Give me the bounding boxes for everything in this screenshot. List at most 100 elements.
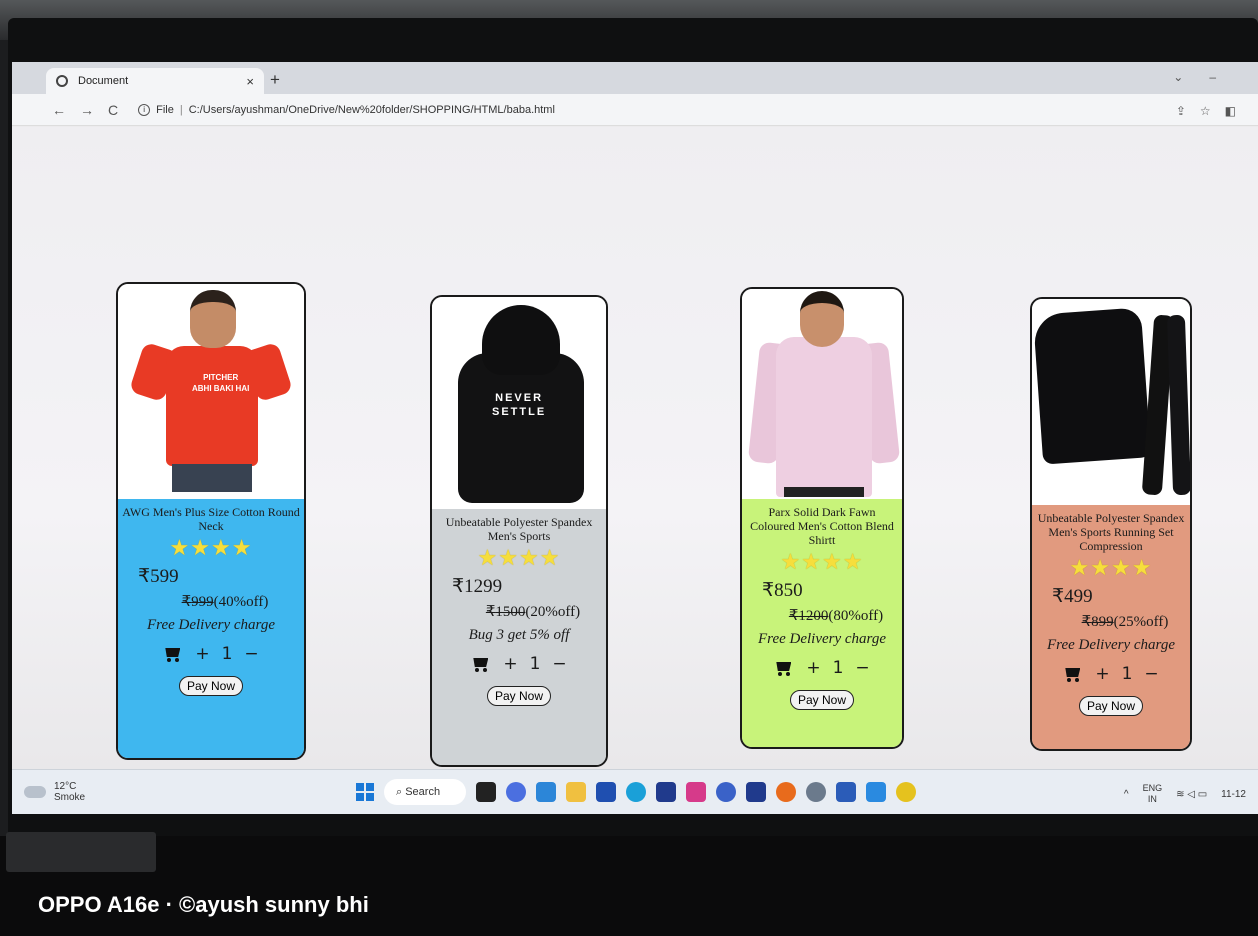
cart-icon[interactable] — [1063, 666, 1083, 682]
minus-button[interactable]: − — [855, 658, 869, 678]
language-indicator[interactable]: ENG IN — [1143, 783, 1163, 805]
product-info: Unbeatable Polyester Spandex Men's Sport… — [432, 509, 606, 765]
product-card: NEVER SETTLE Unbeatable Polyester Spandex… — [430, 295, 608, 767]
print-text: ABHI BAKI HAI — [192, 384, 250, 393]
product-price: ₹1299 — [452, 576, 503, 597]
plus-button[interactable]: + — [1095, 664, 1109, 684]
product-image: NEVER SETTLE — [432, 297, 606, 509]
quantity-value: 1 — [1121, 664, 1133, 684]
product-image — [1032, 299, 1190, 505]
product-image — [742, 289, 902, 499]
weather-condition: Smoke — [54, 792, 86, 803]
cart-icon[interactable] — [774, 660, 794, 676]
original-price: ₹999(40%off) — [181, 594, 269, 610]
product-image: PITCHER ABHI BAKI HAI — [118, 284, 304, 499]
print-text: PITCHER — [203, 373, 239, 382]
edge-icon[interactable] — [626, 782, 646, 802]
product-info: Parx Solid Dark Fawn Coloured Men's Cott… — [742, 499, 902, 747]
url-scheme: File — [156, 103, 174, 116]
reload-icon[interactable]: C — [108, 102, 118, 118]
product-price: ₹599 — [138, 566, 179, 587]
wifi-volume-battery-icons[interactable]: ≋ ◁ ▭ — [1176, 789, 1207, 800]
cloud-icon — [24, 786, 46, 798]
quantity-value: 1 — [529, 654, 541, 674]
clock[interactable]: 11-12 — [1221, 789, 1246, 800]
tab-title: Document — [78, 75, 129, 87]
pay-now-button[interactable]: Pay Now — [486, 686, 552, 706]
vscode-icon[interactable] — [866, 782, 886, 802]
task-view-icon[interactable] — [476, 782, 496, 802]
offer-text: Bug 3 get 5% off — [468, 627, 570, 643]
cart-actions: + 1 − — [774, 658, 870, 678]
monitor-screen: Document × + ⌄– ← → C i File | C:/Users/… — [12, 62, 1258, 814]
pay-now-button[interactable]: Pay Now — [1078, 696, 1144, 716]
pay-now-button[interactable]: Pay Now — [178, 676, 244, 696]
taskbar-apps: ⌕ Search — [356, 779, 916, 805]
shirt-illustration — [747, 337, 901, 497]
product-info: AWG Men's Plus Size Cotton Round Neck ★★… — [118, 499, 304, 758]
offer-text: Free Delivery charge — [758, 631, 886, 647]
app-icon[interactable] — [716, 782, 736, 802]
rating-stars: ★★★★ — [1069, 555, 1153, 580]
plus-button[interactable]: + — [503, 654, 517, 674]
file-explorer-icon[interactable] — [566, 782, 586, 802]
minus-button[interactable]: − — [1144, 664, 1158, 684]
firefox-icon[interactable] — [776, 782, 796, 802]
taskbar-search[interactable]: ⌕ Search — [384, 779, 466, 805]
product-info: Unbeatable Polyester Spandex Men's Sport… — [1032, 505, 1190, 749]
compression-set-illustration — [1032, 307, 1190, 501]
product-name: Unbeatable Polyester Spandex Men's Sport… — [445, 515, 593, 543]
rating-stars: ★★★★ — [169, 535, 253, 560]
window-controls[interactable]: ⌄– — [1173, 70, 1242, 84]
plus-button[interactable]: + — [195, 644, 209, 664]
back-arrow-icon[interactable]: ← — [52, 102, 66, 118]
chevron-up-icon[interactable]: ^ — [1124, 789, 1129, 800]
original-price: ₹899(25%off) — [1081, 614, 1169, 630]
globe-icon — [56, 75, 68, 87]
search-icon: ⌕ — [396, 785, 406, 798]
monitor-sticker — [6, 832, 156, 872]
forward-arrow-icon[interactable]: → — [80, 102, 94, 118]
store-icon[interactable] — [596, 782, 616, 802]
widgets-icon[interactable] — [536, 782, 556, 802]
browser-tab[interactable]: Document × — [46, 68, 264, 94]
offer-text: Free Delivery charge — [1047, 637, 1175, 653]
chrome-icon[interactable] — [896, 782, 916, 802]
browser-tab-strip: Document × + ⌄– — [12, 62, 1258, 94]
product-card: PITCHER ABHI BAKI HAI AWG Men's Plus Size… — [116, 282, 306, 760]
new-tab-button[interactable]: + — [270, 70, 280, 90]
weather-widget[interactable]: 12°C Smoke — [24, 781, 164, 803]
rating-stars: ★★★★ — [780, 549, 864, 574]
print-text: NEVER — [495, 392, 544, 404]
minus-button[interactable]: − — [552, 654, 566, 674]
settings-icon[interactable] — [806, 782, 826, 802]
pay-now-button[interactable]: Pay Now — [789, 690, 855, 710]
cart-icon[interactable] — [163, 646, 183, 662]
cart-icon[interactable] — [471, 656, 491, 672]
windows-start-icon[interactable] — [356, 783, 374, 801]
plus-button[interactable]: + — [806, 658, 820, 678]
product-card: Unbeatable Polyester Spandex Men's Sport… — [1030, 297, 1192, 751]
model-head — [800, 291, 844, 347]
original-price: ₹1200(80%off) — [788, 608, 884, 624]
product-card: Parx Solid Dark Fawn Coloured Men's Cott… — [740, 287, 904, 749]
original-price: ₹1500(20%off) — [485, 604, 581, 620]
url-separator: | — [179, 103, 183, 116]
toolbar-actions[interactable]: ⇪☆◧ — [1176, 104, 1250, 118]
app-icon[interactable] — [746, 782, 766, 802]
hoodie-illustration: NEVER SETTLE — [444, 305, 598, 505]
word-icon[interactable] — [836, 782, 856, 802]
cart-actions: + 1 − — [471, 654, 567, 674]
camera-watermark: OPPO A16e · ©ayush sunny bhi — [38, 892, 369, 917]
model-head — [190, 290, 236, 348]
info-icon[interactable]: i — [138, 103, 151, 116]
app-icon[interactable] — [656, 782, 676, 802]
close-tab-icon[interactable]: × — [246, 74, 254, 89]
chat-icon[interactable] — [506, 782, 526, 802]
product-price: ₹850 — [762, 580, 803, 601]
rating-stars: ★★★★ — [477, 545, 561, 570]
instagram-icon[interactable] — [686, 782, 706, 802]
cart-actions: + 1 − — [163, 644, 259, 664]
address-bar[interactable]: i File | C:/Users/ayushman/OneDrive/New%… — [138, 103, 555, 116]
minus-button[interactable]: − — [244, 644, 258, 664]
